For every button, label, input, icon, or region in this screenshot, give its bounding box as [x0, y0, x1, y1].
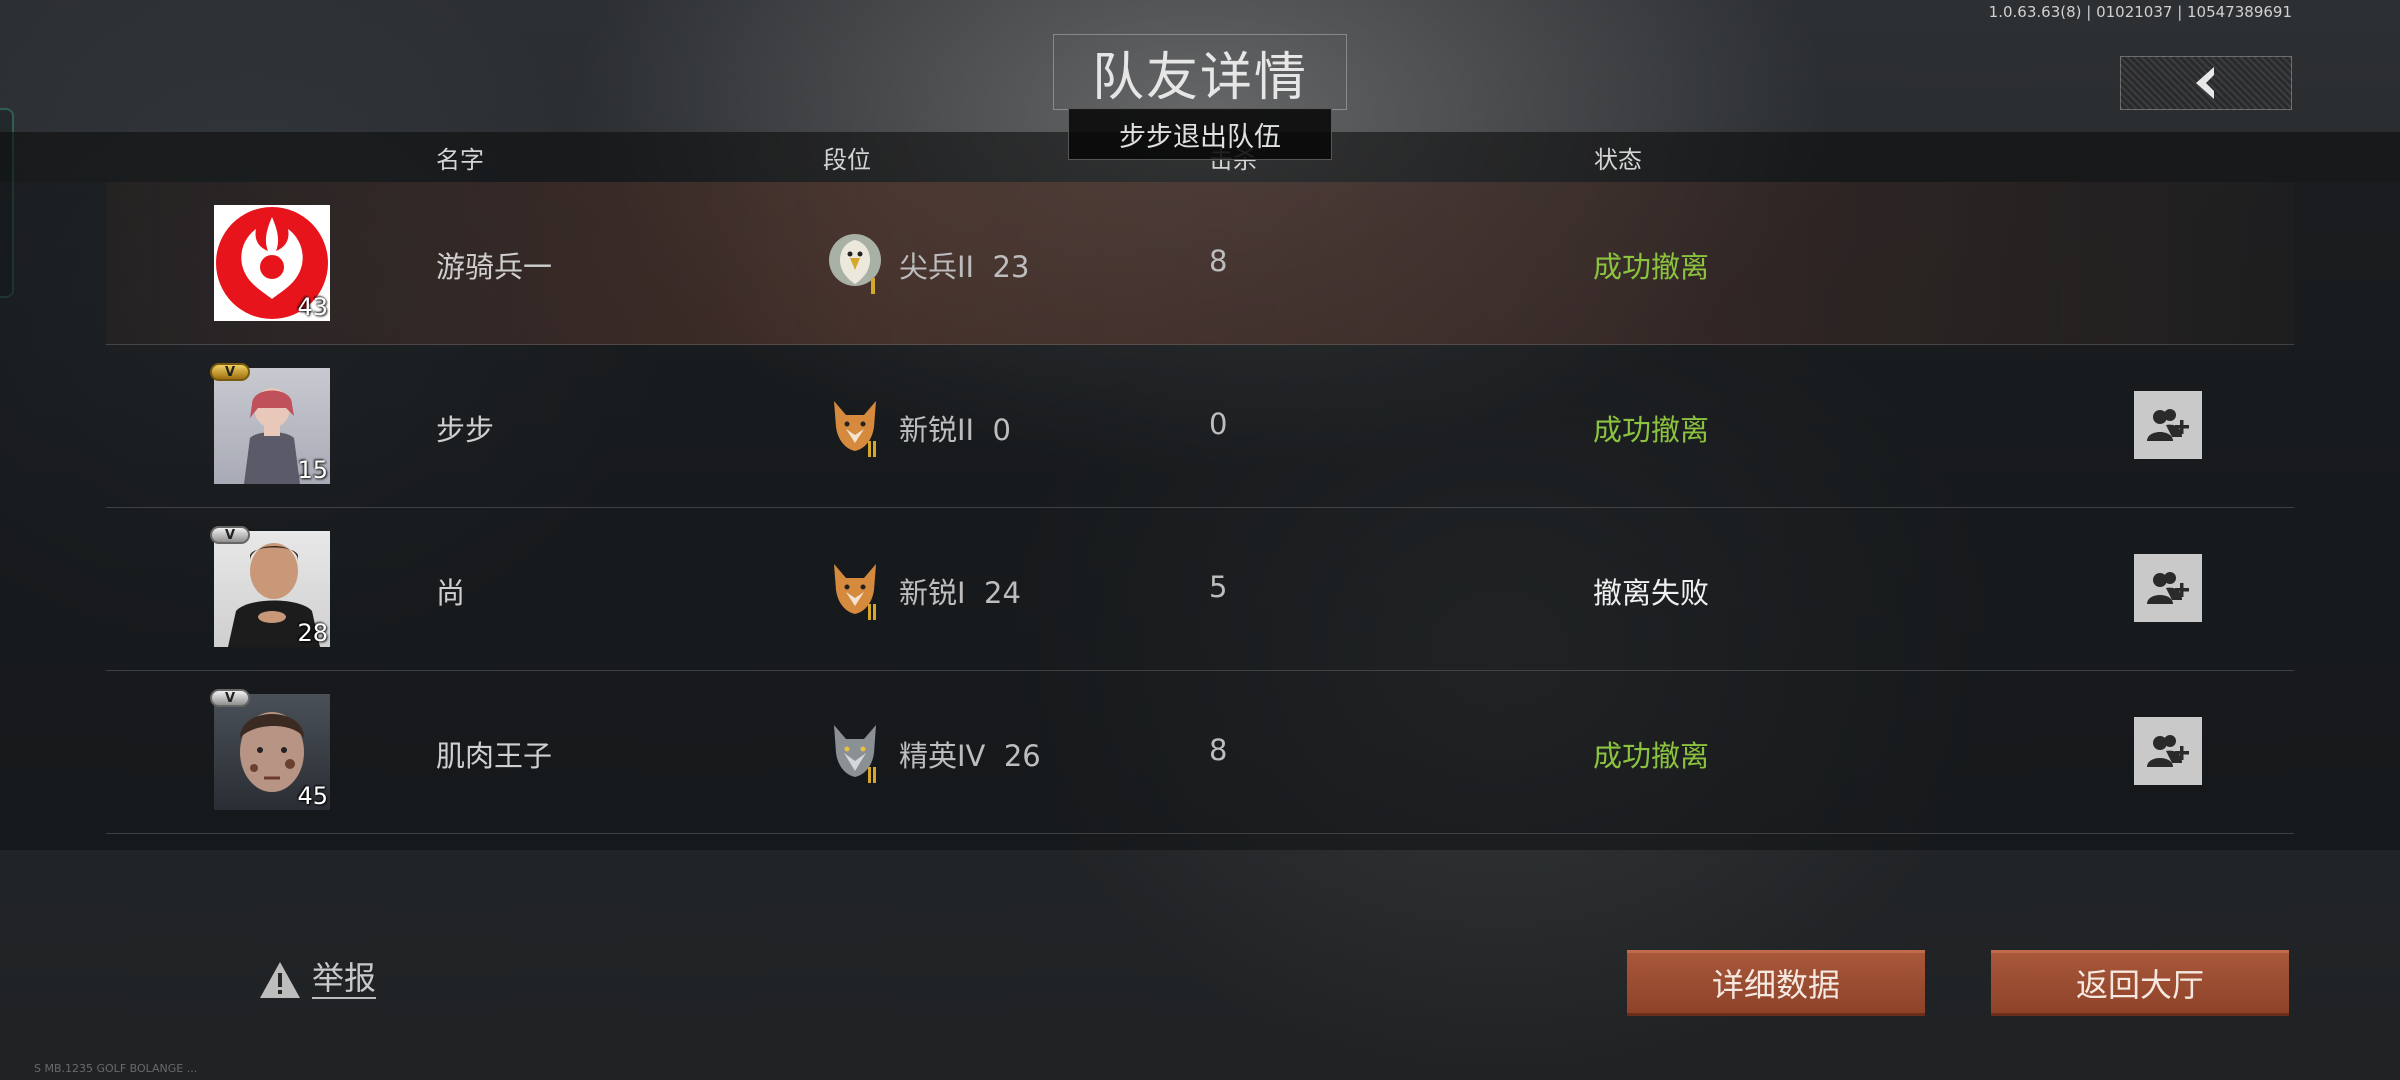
kill-count: 5 [1209, 570, 1228, 604]
vip-badge: V [210, 526, 250, 544]
header-name: 名字 [436, 146, 484, 174]
kill-count: 8 [1209, 244, 1228, 278]
toast-text: 步步退出队伍 [1119, 121, 1281, 153]
back-button[interactable] [2120, 56, 2292, 110]
player-level: 28 [297, 619, 328, 647]
add-friend-icon [2147, 409, 2189, 441]
rank-points: 26 [1003, 739, 1041, 773]
page-title-box: 队友详情 [1053, 34, 1347, 110]
table-row: V 45 肌肉王子 精英IV 26 8 成功撤离 [106, 671, 2294, 834]
rank-text: 新锐II 0 [899, 407, 1011, 449]
vip-badge: V [210, 363, 250, 381]
vip-badge: V [210, 689, 250, 707]
player-name: 尚 [436, 576, 466, 610]
header-status: 状态 [1594, 146, 1642, 174]
header-rank: 段位 [823, 146, 871, 174]
eagle-rank-icon [829, 234, 881, 294]
kill-count: 8 [1209, 733, 1228, 767]
report-label[interactable]: 举报 [312, 961, 377, 999]
player-level: 43 [297, 293, 328, 321]
avatar[interactable]: 15 [214, 368, 330, 484]
extraction-status: 成功撤离 [1593, 413, 1710, 447]
report-link[interactable]: 举报 [258, 960, 377, 1000]
toast-message: 步步退出队伍 [1068, 108, 1332, 160]
avatar[interactable]: 43 [214, 205, 330, 321]
kill-count: 0 [1209, 407, 1228, 441]
add-friend-icon [2147, 572, 2189, 604]
rank-name: 尖兵II [899, 250, 975, 284]
add-friend-button[interactable] [2134, 554, 2202, 622]
rank-name: 新锐I [899, 576, 966, 610]
extraction-status: 成功撤离 [1593, 250, 1710, 284]
rank-text: 尖兵II 23 [899, 244, 1029, 286]
rank-points: 24 [984, 576, 1021, 610]
rank-name: 新锐II [899, 413, 975, 447]
footer-note: S MB.1235 GOLF BOLANGE ... [34, 1062, 198, 1075]
extraction-status: 撤离失败 [1593, 576, 1710, 610]
chevron-left-icon [2196, 67, 2214, 99]
player-name: 步步 [436, 413, 495, 447]
fox-rank-icon [834, 401, 876, 457]
detail-data-button[interactable]: 详细数据 [1627, 950, 1925, 1016]
player-level: 15 [297, 456, 328, 484]
avatar[interactable]: 28 [214, 531, 330, 647]
table-row: V 15 步步 新锐II 0 0 成功撤离 [106, 345, 2294, 508]
fox-rank-icon [834, 564, 876, 620]
avatar[interactable]: 45 [214, 694, 330, 810]
page-title: 队友详情 [1091, 47, 1308, 108]
add-friend-icon [2147, 735, 2189, 767]
rank-points: 0 [992, 413, 1011, 447]
rank-text: 新锐I 24 [899, 570, 1021, 612]
wolf-rank-icon [834, 725, 876, 783]
add-friend-button[interactable] [2134, 717, 2202, 785]
table-row: 43 游骑兵一 尖兵II 23 8 成功撤离 [106, 182, 2294, 345]
warning-icon [260, 962, 300, 998]
table-row: V 28 尚 新锐I 24 5 撤离失败 [106, 508, 2294, 671]
rank-points: 23 [992, 250, 1030, 284]
version-info: 1.0.63.63(8) | 01021037 | 10547389691 [1988, 3, 2292, 21]
player-name: 肌肉王子 [436, 739, 553, 773]
rank-text: 精英IV 26 [899, 733, 1041, 775]
extraction-status: 成功撤离 [1593, 739, 1710, 773]
rank-name: 精英IV [899, 739, 986, 773]
return-lobby-button[interactable]: 返回大厅 [1991, 950, 2289, 1016]
detail-data-label: 详细数据 [1711, 966, 1840, 1004]
player-level: 45 [297, 782, 328, 810]
player-name: 游骑兵一 [436, 250, 553, 284]
return-lobby-label: 返回大厅 [2075, 966, 2204, 1004]
add-friend-button[interactable] [2134, 391, 2202, 459]
